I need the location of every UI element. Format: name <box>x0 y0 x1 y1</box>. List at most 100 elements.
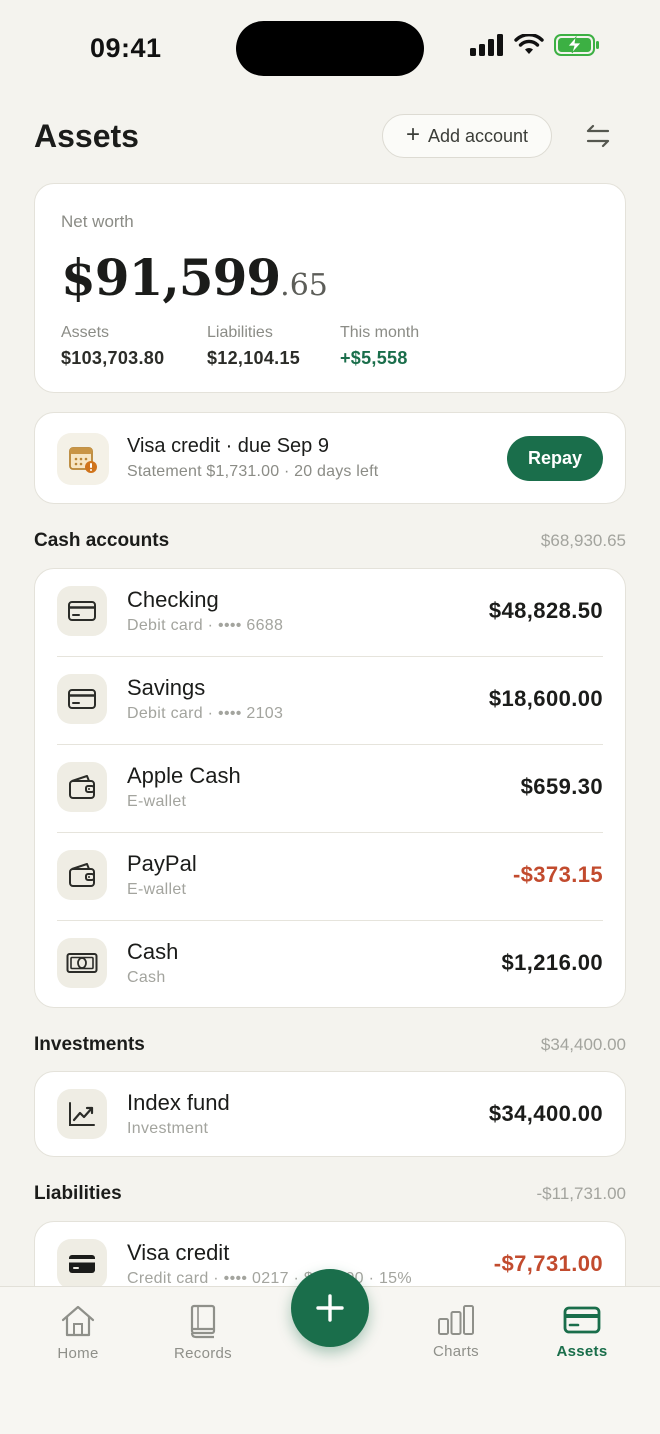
add-record-fab[interactable] <box>291 1269 369 1347</box>
tab-home[interactable]: Home <box>28 1303 128 1375</box>
status-time: 09:41 <box>90 33 162 63</box>
liabilities-section-title: Liabilities <box>34 1183 122 1204</box>
tab-charts[interactable]: Charts <box>406 1303 506 1375</box>
account-row-savings[interactable]: Savings Debit card · •••• 2103 $18,600.0… <box>35 657 625 745</box>
account-subtitle: Debit card · •••• 6688 <box>127 617 284 634</box>
account-icon-box <box>57 938 107 988</box>
status-bar: 09:41 <box>0 0 660 96</box>
account-amount: -$373.15 <box>512 862 603 887</box>
add-account-label: Add account <box>427 125 529 146</box>
header: Assets + Add account <box>34 112 626 160</box>
bar-chart-icon <box>438 1305 474 1335</box>
card-icon <box>68 689 96 709</box>
due-subtitle: Statement $1,731.00 · 20 days left <box>127 463 379 480</box>
tab-label: Charts <box>433 1343 479 1360</box>
account-row-paypal[interactable]: PayPal E-wallet -$373.15 <box>35 833 625 921</box>
account-name: Index fund <box>127 1090 230 1115</box>
trend-up-icon <box>69 1102 95 1126</box>
tab-label: Assets <box>556 1343 608 1360</box>
cash-accounts-card: Checking Debit card · •••• 6688 $48,828.… <box>34 568 626 1008</box>
account-icon-box <box>57 762 107 812</box>
wifi-icon <box>514 34 544 54</box>
investments-section-title: Investments <box>34 1034 145 1055</box>
account-name: Apple Cash <box>127 763 241 788</box>
dynamic-island <box>236 21 424 76</box>
account-subtitle: E-wallet <box>127 793 187 810</box>
repay-button[interactable]: Repay <box>507 436 603 481</box>
account-icon-box <box>57 674 107 724</box>
cellular-signal-icon <box>470 34 503 56</box>
banknote-icon <box>66 953 98 973</box>
account-name: Visa credit <box>127 1240 230 1265</box>
this-month-stat-value: +$5,558 <box>340 348 408 368</box>
liabilities-stat-label: Liabilities <box>207 324 273 341</box>
account-amount: $1,216.00 <box>501 950 603 975</box>
book-icon <box>190 1304 216 1339</box>
tab-label: Home <box>57 1345 99 1362</box>
account-name: PayPal <box>127 851 197 876</box>
battery-charging-icon <box>554 34 599 56</box>
liabilities-stat: Liabilities $12,104.15 <box>207 324 340 369</box>
wallet-icon <box>69 775 95 799</box>
net-worth-main: $91,599 <box>61 248 281 307</box>
card-icon <box>68 601 96 621</box>
assets-stat-value: $103,703.80 <box>61 348 165 368</box>
net-worth-cents: .65 <box>280 268 328 303</box>
account-subtitle: Investment <box>127 1120 209 1137</box>
calendar-alert-icon <box>69 447 97 473</box>
account-amount: $659.30 <box>520 774 603 799</box>
account-row-apple-cash[interactable]: Apple Cash E-wallet $659.30 <box>35 745 625 833</box>
account-row-cash[interactable]: Cash Cash $1,216.00 <box>35 921 625 1009</box>
due-reminder-card[interactable]: Visa credit · due Sep 9 Statement $1,731… <box>34 412 626 504</box>
assets-stat: Assets $103,703.80 <box>61 324 207 369</box>
add-account-button[interactable]: + Add account <box>382 114 552 158</box>
due-icon-box <box>57 433 109 485</box>
status-icons <box>470 34 600 56</box>
account-amount: $34,400.00 <box>488 1101 603 1126</box>
wallet-icon <box>69 863 95 887</box>
credit-card-icon <box>69 1255 95 1273</box>
due-title: Visa credit · due Sep 9 <box>127 435 329 457</box>
card-icon <box>563 1306 601 1334</box>
transfer-button[interactable] <box>580 118 616 154</box>
this-month-stat-label: This month <box>340 324 420 341</box>
account-subtitle: Cash <box>127 969 166 986</box>
tab-records[interactable]: Records <box>153 1303 253 1375</box>
tab-label: Records <box>174 1345 232 1362</box>
cash-section-total: $68,930.65 <box>540 531 626 550</box>
account-amount: $48,828.50 <box>488 598 603 623</box>
page-title: Assets <box>34 118 139 154</box>
account-icon-box <box>57 1089 107 1139</box>
investments-section-header: Investments $34,400.00 <box>34 1034 626 1062</box>
account-icon-box <box>57 1239 107 1289</box>
cash-section-header: Cash accounts $68,930.65 <box>34 530 626 558</box>
cash-section-title: Cash accounts <box>34 530 170 551</box>
account-name: Savings <box>127 675 206 700</box>
net-worth-label: Net worth <box>61 212 134 231</box>
tab-assets[interactable]: Assets <box>532 1303 632 1375</box>
account-subtitle: Debit card · •••• 2103 <box>127 705 284 722</box>
account-name: Cash <box>127 939 179 964</box>
account-row-index-fund[interactable]: Index fund Investment $34,400.00 <box>35 1072 625 1158</box>
net-worth-card: Net worth $91,599.65 Assets $103,703.80 … <box>34 183 626 393</box>
account-row-checking[interactable]: Checking Debit card · •••• 6688 $48,828.… <box>35 569 625 657</box>
account-icon-box <box>57 850 107 900</box>
account-amount: $18,600.00 <box>488 686 603 711</box>
plus-icon <box>316 1294 344 1322</box>
investments-section-total: $34,400.00 <box>540 1035 626 1054</box>
account-subtitle: E-wallet <box>127 881 187 898</box>
liabilities-stat-value: $12,104.15 <box>207 348 301 368</box>
transfer-arrows-icon <box>586 124 610 148</box>
plus-icon: + <box>405 121 420 148</box>
account-name: Checking <box>127 587 219 612</box>
liabilities-section-total: -$11,731.00 <box>536 1184 626 1203</box>
investments-card: Index fund Investment $34,400.00 <box>34 1071 626 1157</box>
assets-stat-label: Assets <box>61 324 110 341</box>
account-amount: -$7,731.00 <box>493 1251 603 1276</box>
account-icon-box <box>57 586 107 636</box>
liabilities-section-header: Liabilities -$11,731.00 <box>34 1183 626 1211</box>
this-month-stat: This month +$5,558 <box>340 324 460 369</box>
home-icon <box>61 1305 95 1337</box>
net-worth-amount: $91,599.65 <box>61 248 328 307</box>
net-worth-stats: Assets $103,703.80 Liabilities $12,104.1… <box>61 324 460 369</box>
